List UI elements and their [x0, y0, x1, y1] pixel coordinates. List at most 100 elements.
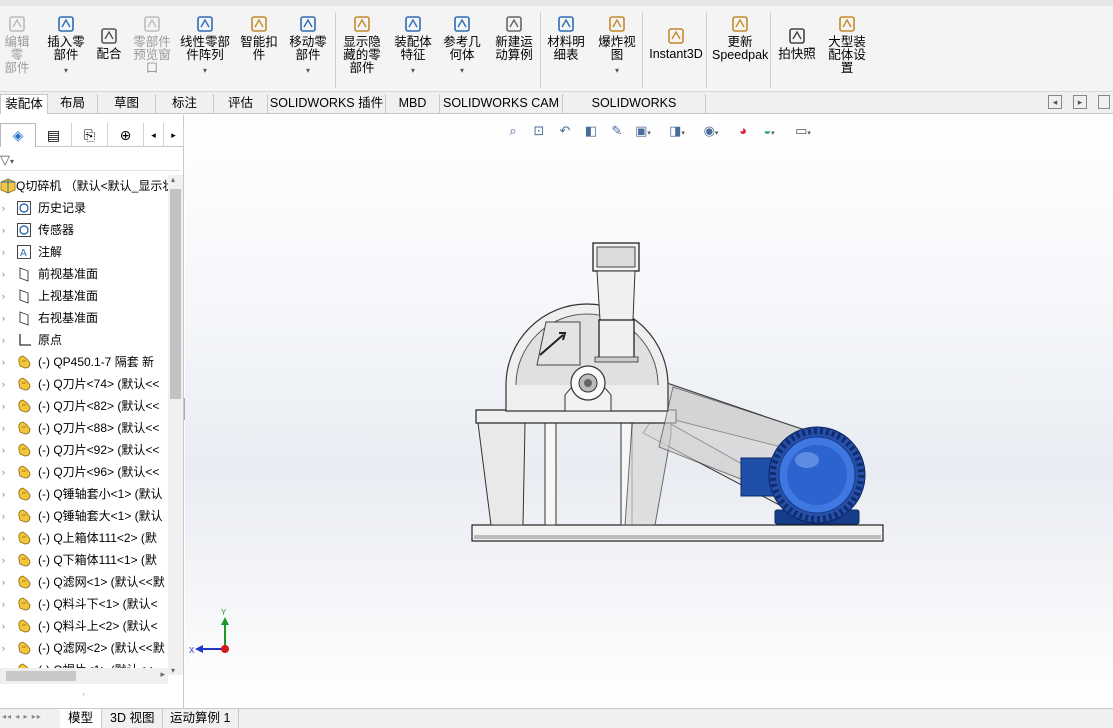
tool-label: 大型装 配体设 置	[828, 35, 866, 75]
part-icon	[16, 486, 32, 502]
tab-5[interactable]: SOLIDWORKS 插件	[268, 94, 386, 114]
snapshot-button[interactable]: 拍快照	[776, 26, 818, 61]
tab-6[interactable]: MBD	[386, 94, 440, 114]
tree-item-label: (-) Q料斗下<1> (默认<	[38, 597, 158, 611]
expand-icon[interactable]: ›	[2, 219, 5, 241]
move-component-button[interactable]: 移动零 部件 ▾	[286, 14, 330, 77]
splitter-handle-icon[interactable]: ◦	[82, 689, 85, 699]
tab-4[interactable]: 评估	[214, 94, 268, 114]
expand-icon[interactable]: ›	[2, 263, 5, 285]
assembly-icon	[0, 178, 16, 194]
edit-component-icon	[7, 14, 27, 34]
tab-8[interactable]: SOLIDWORKS Inspection	[563, 94, 706, 129]
expand-icon[interactable]: ›	[2, 285, 5, 307]
exploded-view-button[interactable]: 爆炸视 图 ▾	[596, 14, 638, 77]
expand-icon[interactable]: ›	[2, 593, 5, 615]
tree-item-label: (-) Q下箱体111<1> (默	[38, 553, 157, 567]
mate-button[interactable]: 配合	[92, 26, 126, 61]
bom-button[interactable]: 材料明 细表	[544, 14, 588, 62]
tree-item-label: 前视基准面	[38, 267, 99, 281]
expand-icon[interactable]: ›	[2, 527, 5, 549]
tool-label: 材料明 细表	[547, 35, 585, 62]
filter-icon[interactable]: ▽▾	[0, 152, 14, 168]
feature-manager-tab[interactable]: ◈	[0, 123, 36, 147]
graphics-area[interactable]: ⌕ ⊡ ↶ ◧ ✎ ▣▾ ◨▾ ◉▾ ◕ ◒▾ ▭▾ Y X	[185, 115, 1113, 708]
tool-label: 智能扣 件	[240, 35, 278, 62]
property-manager-tab[interactable]: ▤	[36, 123, 72, 147]
expand-icon[interactable]: ›	[2, 549, 5, 571]
origin-icon	[16, 332, 32, 348]
tool-label: 配合	[96, 47, 122, 61]
chevron-down-icon[interactable]: ▾	[286, 64, 330, 77]
tab-2[interactable]: 草图	[98, 94, 156, 114]
tree-vertical-scrollbar[interactable]: ▴ ▾	[168, 175, 183, 675]
chevron-down-icon[interactable]: ▾	[177, 64, 233, 77]
expand-icon[interactable]: ›	[2, 637, 5, 659]
ribbon-divider	[335, 12, 336, 88]
tree-horizontal-scrollbar[interactable]: ▸	[0, 668, 168, 684]
tab-3[interactable]: 标注	[156, 94, 214, 114]
assembly-feature-icon	[403, 14, 423, 34]
expand-icon[interactable]: ›	[2, 395, 5, 417]
large-assembly-button[interactable]: 大型装 配体设 置	[824, 14, 870, 75]
assembly-model-render[interactable]	[185, 115, 1113, 708]
expand-icon[interactable]: ›	[2, 483, 5, 505]
tab-0[interactable]: 装配体	[0, 94, 48, 114]
part-icon	[16, 552, 32, 568]
assembly-feature-button[interactable]: 装配体 特征 ▾	[392, 14, 434, 77]
chevron-down-icon[interactable]: ▾	[392, 64, 434, 77]
motion-study-button[interactable]: 新建运 动算例	[492, 14, 536, 62]
tab-1[interactable]: 布局	[48, 94, 98, 114]
insert-component-button[interactable]: 插入零 部件 ▾	[44, 14, 88, 77]
tree-item-label: (-) Q滤网<2> (默认<<默	[38, 641, 165, 655]
tree-root-label: Q切碎机 （默认<默认_显示状	[16, 179, 168, 193]
expand-icon[interactable]: ›	[2, 241, 5, 263]
plane-icon	[16, 310, 32, 326]
expand-icon[interactable]: ›	[2, 461, 5, 483]
bottom-tab-2[interactable]: 运动算例 1	[162, 709, 240, 728]
chevron-down-icon[interactable]: ▾	[440, 64, 484, 77]
dimxpert-manager-tab[interactable]: ⊕	[108, 123, 144, 147]
tree-item-label: (-) Q锤轴套小<1> (默认	[38, 487, 163, 501]
speedpak-icon	[730, 14, 750, 34]
bottom-tab-0[interactable]: 模型	[60, 709, 103, 728]
restore-icon[interactable]	[1098, 95, 1110, 109]
snapshot-icon	[787, 26, 807, 46]
window-top-strip	[0, 0, 1113, 6]
expand-ribbon-icon[interactable]: ▸	[1073, 95, 1087, 109]
bottom-nav-arrows[interactable]: ◂◂ ◂ ▸ ▸▸	[2, 712, 42, 721]
tabs-scroll-right-icon[interactable]: ▸	[164, 123, 184, 147]
configuration-manager-tab[interactable]: ⎘	[72, 123, 108, 147]
tool-label: 拍快照	[778, 47, 816, 61]
expand-icon[interactable]: ›	[2, 197, 5, 219]
reference-geometry-button[interactable]: 参考几 何体 ▾	[440, 14, 484, 77]
speedpak-button[interactable]: 更新 Speedpak	[712, 14, 768, 62]
chevron-down-icon[interactable]: ▾	[596, 64, 638, 77]
show-hidden-button[interactable]: 显示隐 藏的零 部件	[340, 14, 384, 75]
horizontal-scroll-thumb[interactable]	[6, 671, 76, 681]
chevron-down-icon[interactable]: ▾	[44, 64, 88, 77]
expand-icon[interactable]: ›	[2, 307, 5, 329]
expand-icon[interactable]: ›	[2, 417, 5, 439]
ribbon-divider	[540, 12, 541, 88]
expand-icon[interactable]: ›	[2, 329, 5, 351]
expand-icon[interactable]: ›	[2, 351, 5, 373]
expand-icon[interactable]: ›	[2, 571, 5, 593]
tabs-scroll-left-icon[interactable]: ◂	[144, 123, 164, 147]
expand-icon[interactable]: ›	[2, 615, 5, 637]
expand-icon[interactable]: ›	[2, 505, 5, 527]
tree-item-label: 历史记录	[38, 201, 87, 215]
tab-7[interactable]: SOLIDWORKS CAM	[440, 94, 563, 114]
expand-icon[interactable]: ›	[2, 373, 5, 395]
linear-pattern-button[interactable]: 线性零部 件阵列 ▾	[177, 14, 233, 77]
expand-icon[interactable]: ›	[2, 439, 5, 461]
smart-fastener-button[interactable]: 智能扣 件	[238, 14, 280, 62]
tree-item-label: (-) Q刀片<82> (默认<<	[38, 399, 160, 413]
part-icon	[16, 618, 32, 634]
part-icon	[16, 354, 32, 370]
vertical-scroll-thumb[interactable]	[170, 189, 181, 399]
collapse-ribbon-icon[interactable]: ◂	[1048, 95, 1062, 109]
bottom-tab-1[interactable]: 3D 视图	[102, 709, 164, 728]
exploded-view-icon	[607, 14, 627, 34]
instant3d-button[interactable]: Instant3D	[648, 26, 704, 61]
